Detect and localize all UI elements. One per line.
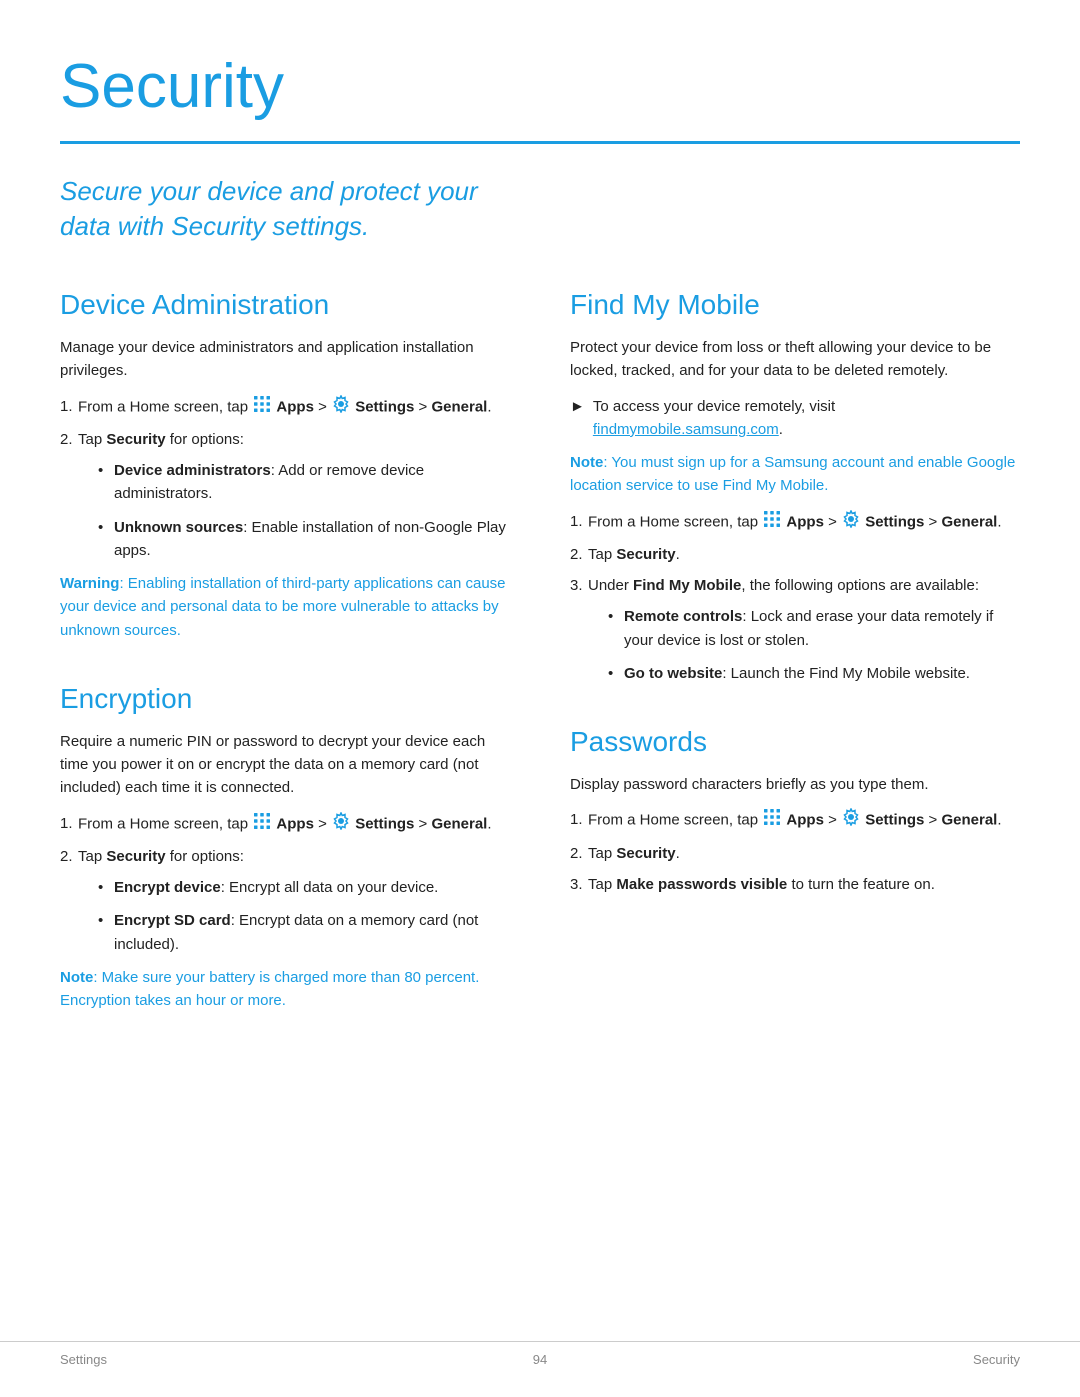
encryption-note: Note: Make sure your battery is charged …	[60, 966, 510, 1013]
page-title: Security	[60, 40, 1020, 133]
device-admin-title: Device Administration	[60, 284, 510, 326]
step-item: From a Home screen, tap	[570, 510, 1020, 535]
findmymobile-link[interactable]: findmymobile.samsung.com	[593, 421, 779, 438]
apps-icon	[253, 812, 271, 837]
device-admin-body: Manage your device administrators and ap…	[60, 336, 510, 383]
step-item: From a Home screen, tap	[570, 808, 1020, 833]
find-my-mobile-arrow-text: To access your device remotely, visit fi…	[593, 395, 1020, 442]
passwords-body: Display password characters briefly as y…	[570, 773, 1020, 796]
apps-icon	[253, 395, 271, 420]
section-device-admin: Device Administration Manage your device…	[60, 284, 510, 642]
passwords-steps: From a Home screen, tap	[570, 808, 1020, 896]
footer-left: Settings	[60, 1350, 107, 1370]
step-item: From a Home screen, tap	[60, 812, 510, 837]
passwords-title: Passwords	[570, 721, 1020, 763]
page-header: Security	[60, 40, 1020, 144]
encryption-steps: From a Home screen, tap	[60, 812, 510, 956]
find-my-mobile-title: Find My Mobile	[570, 284, 1020, 326]
settings-icon	[842, 808, 860, 833]
page-subtitle: Secure your device and protect your data…	[60, 174, 520, 244]
apps-icon	[763, 808, 781, 833]
find-my-mobile-note: Note: You must sign up for a Samsung acc…	[570, 451, 1020, 498]
find-my-mobile-arrow-item: ► To access your device remotely, visit …	[570, 395, 1020, 442]
settings-icon	[332, 812, 350, 837]
footer-right: Security	[973, 1350, 1020, 1370]
apps-icon	[763, 510, 781, 535]
settings-icon	[332, 395, 350, 420]
step-item: Tap Security for options: Device adminis…	[60, 428, 510, 562]
encryption-title: Encryption	[60, 678, 510, 720]
device-admin-warning: Warning: Enabling installation of third-…	[60, 572, 510, 642]
header-divider	[60, 141, 1020, 144]
section-passwords: Passwords Display password characters br…	[570, 721, 1020, 896]
arrow-icon: ►	[570, 395, 585, 442]
find-my-mobile-steps: From a Home screen, tap	[570, 510, 1020, 686]
bullet-item: Unknown sources: Enable installation of …	[98, 516, 510, 563]
device-admin-steps: From a Home screen, tap	[60, 395, 510, 563]
page-footer: Settings 94 Security	[0, 1341, 1080, 1370]
section-find-my-mobile: Find My Mobile Protect your device from …	[570, 284, 1020, 685]
bullet-item: Device administrators: Add or remove dev…	[98, 459, 510, 506]
footer-page-number: 94	[533, 1350, 547, 1370]
encryption-body: Require a numeric PIN or password to dec…	[60, 730, 510, 800]
step-item: Under Find My Mobile, the following opti…	[570, 574, 1020, 685]
left-column: Device Administration Manage your device…	[60, 284, 530, 1048]
right-column: Find My Mobile Protect your device from …	[570, 284, 1020, 1048]
section-encryption: Encryption Require a numeric PIN or pass…	[60, 678, 510, 1013]
find-my-mobile-bullets: Remote controls: Lock and erase your dat…	[608, 605, 1020, 685]
page-content: Security Secure your device and protect …	[0, 0, 1080, 1128]
step-item: Tap Security for options: Encrypt device…	[60, 845, 510, 956]
bullet-item: Encrypt SD card: Encrypt data on a memor…	[98, 909, 510, 956]
two-column-layout: Device Administration Manage your device…	[60, 284, 1020, 1048]
find-my-mobile-body: Protect your device from loss or theft a…	[570, 336, 1020, 383]
step-item: From a Home screen, tap	[60, 395, 510, 420]
bullet-item: Encrypt device: Encrypt all data on your…	[98, 876, 510, 899]
device-admin-bullets: Device administrators: Add or remove dev…	[98, 459, 510, 562]
settings-icon	[842, 510, 860, 535]
step-item: Tap Security.	[570, 543, 1020, 566]
bullet-item: Go to website: Launch the Find My Mobile…	[608, 662, 1020, 685]
encryption-bullets: Encrypt device: Encrypt all data on your…	[98, 876, 510, 956]
step-item: Tap Security.	[570, 842, 1020, 865]
bullet-item: Remote controls: Lock and erase your dat…	[608, 605, 1020, 652]
step-item: Tap Make passwords visible to turn the f…	[570, 873, 1020, 896]
